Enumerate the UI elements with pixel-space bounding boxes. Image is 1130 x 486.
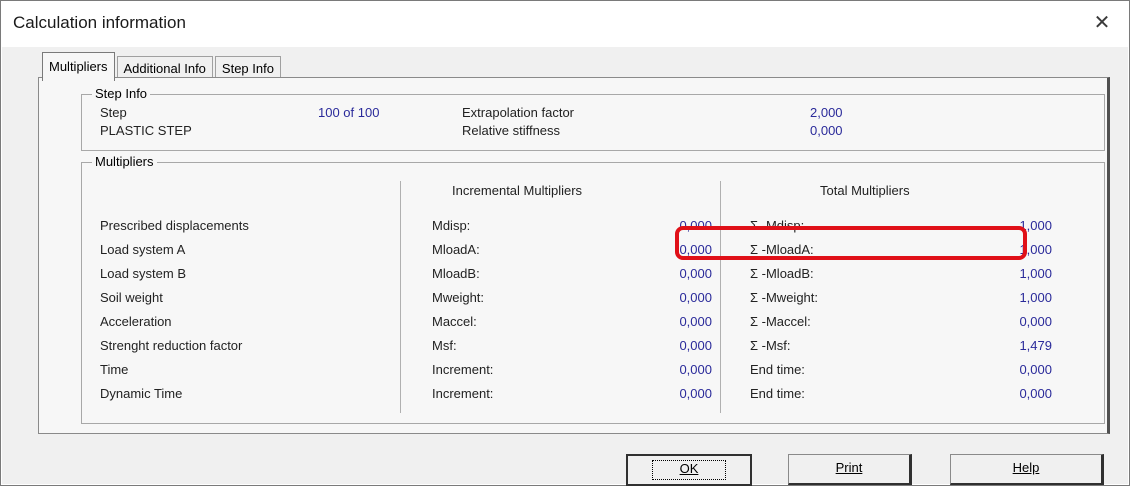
- total-value: 0,000: [1019, 314, 1052, 329]
- incremental-name: Maccel:: [432, 314, 477, 329]
- ok-button[interactable]: OK: [626, 454, 752, 486]
- total-value: 0,000: [1019, 362, 1052, 377]
- incremental-value: 0,000: [679, 386, 712, 401]
- incremental-name: Mdisp:: [432, 218, 471, 233]
- incremental-value: 0,000: [679, 314, 712, 329]
- incremental-value: 0,000: [679, 290, 712, 305]
- extrapolation-factor-value: 2,000: [810, 105, 843, 120]
- total-name: End time:: [750, 362, 805, 377]
- total-multipliers-header: Total Multipliers: [820, 183, 910, 198]
- incremental-name: Increment:: [432, 386, 494, 401]
- total-name: Σ -Msf:: [750, 338, 791, 353]
- row-label: Dynamic Time: [100, 386, 183, 401]
- row-label: Strenght reduction factor: [100, 338, 243, 353]
- total-name: Σ -Mweight:: [750, 290, 818, 305]
- total-name: Σ -MloadB:: [750, 266, 814, 281]
- total-value: 1,000: [1019, 266, 1052, 281]
- step-info-group: Step Info Step 100 of 100 PLASTIC STEP E…: [81, 86, 1105, 151]
- help-button[interactable]: Help: [950, 454, 1104, 485]
- print-button-label: Print: [835, 460, 863, 475]
- incremental-name: MloadB:: [432, 266, 480, 281]
- total-value: 0,000: [1019, 386, 1052, 401]
- title-bar: Calculation information ✕: [1, 1, 1129, 47]
- incremental-value: 0,000: [679, 266, 712, 281]
- column-divider: [720, 181, 721, 413]
- step-value: 100 of 100: [318, 105, 380, 120]
- incremental-name: Msf:: [432, 338, 457, 353]
- multipliers-group-title: Multipliers: [92, 154, 157, 169]
- total-value: 1,000: [1019, 290, 1052, 305]
- column-divider: [400, 181, 401, 413]
- row-label: Acceleration: [100, 314, 172, 329]
- row-label: Load system A: [100, 242, 186, 257]
- row-label: Time: [100, 362, 129, 377]
- relative-stiffness-label: Relative stiffness: [462, 123, 561, 138]
- row-label: Prescribed displacements: [100, 218, 249, 233]
- multipliers-group: Multipliers Incremental Multipliers Tota…: [81, 154, 1105, 424]
- total-name: Σ -Maccel:: [750, 314, 811, 329]
- step-label: Step: [100, 105, 127, 120]
- step-info-group-title: Step Info: [92, 86, 151, 101]
- extrapolation-factor-label: Extrapolation factor: [462, 105, 575, 120]
- incremental-name: Increment:: [432, 362, 494, 377]
- incremental-value: 0,000: [679, 338, 712, 353]
- row-label: Load system B: [100, 266, 186, 281]
- highlight-annotation: [675, 226, 1027, 260]
- row-label: Soil weight: [100, 290, 163, 305]
- close-icon[interactable]: ✕: [1087, 9, 1117, 37]
- incremental-name: Mweight:: [432, 290, 485, 305]
- plastic-step-label: PLASTIC STEP: [100, 123, 192, 138]
- total-name: End time:: [750, 386, 805, 401]
- dialog-body: Multipliers Additional Info Step Info St…: [2, 47, 1128, 486]
- focus-rectangle: [652, 460, 726, 480]
- tab-multipliers[interactable]: Multipliers: [42, 52, 115, 81]
- total-value: 1,479: [1019, 338, 1052, 353]
- help-button-label: Help: [1012, 460, 1040, 475]
- incremental-multipliers-header: Incremental Multipliers: [452, 183, 583, 198]
- incremental-value: 0,000: [679, 362, 712, 377]
- incremental-name: MloadA:: [432, 242, 480, 257]
- relative-stiffness-value: 0,000: [810, 123, 843, 138]
- window-title: Calculation information: [13, 13, 186, 32]
- print-button[interactable]: Print: [788, 454, 912, 485]
